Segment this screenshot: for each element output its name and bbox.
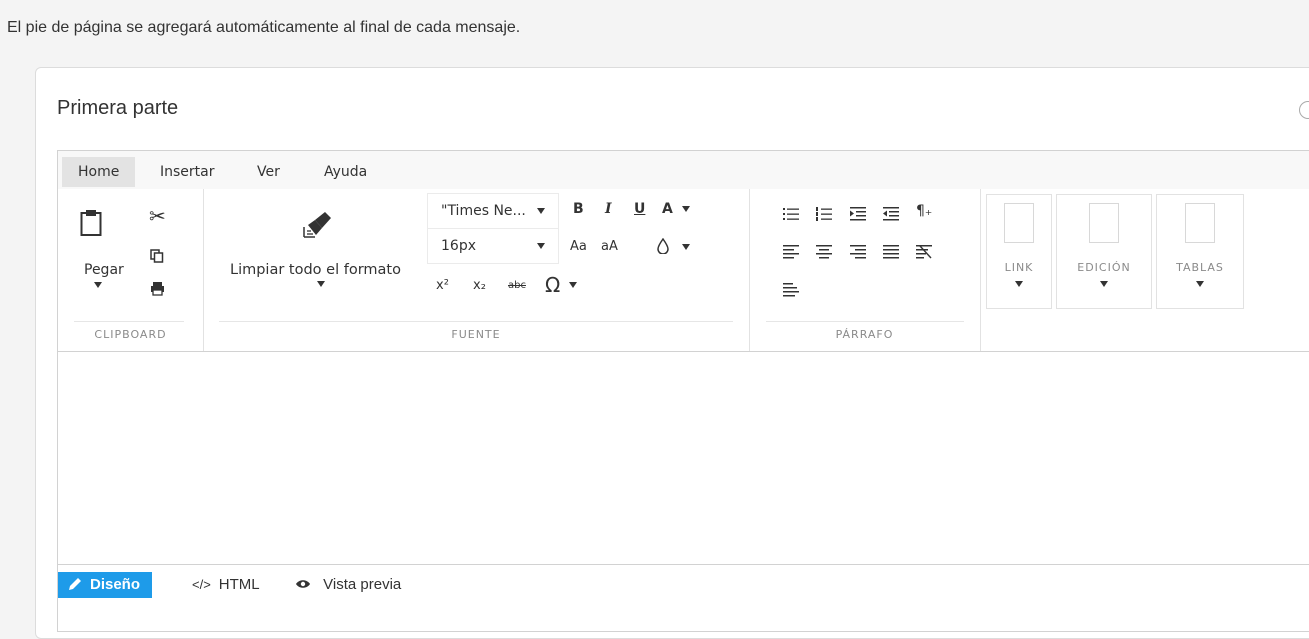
font-size-caret-icon <box>537 243 545 249</box>
underline-button[interactable]: U <box>634 201 645 217</box>
align-left-icon[interactable] <box>783 245 799 259</box>
font-size-select[interactable]: 16px <box>427 228 559 264</box>
font-family-select[interactable]: "Times Ne... <box>427 193 559 229</box>
tablas-caret-icon <box>1196 281 1204 287</box>
link-dropdown-label: LINK <box>1004 261 1034 274</box>
font-color-button[interactable]: A <box>662 201 673 217</box>
editor-tabs: Home Insertar Ver Ayuda <box>58 151 1309 189</box>
eye-icon <box>296 576 314 593</box>
paragraph-group-label: PÁRRAFO <box>835 328 894 341</box>
html-mode-label: HTML <box>218 576 260 593</box>
formatting-marks-icon[interactable]: ¶₊ <box>916 203 932 219</box>
editor-content-area[interactable] <box>58 352 1309 565</box>
edicion-dropdown[interactable]: EDICIÓN <box>1056 194 1152 309</box>
paste-label[interactable]: Pegar <box>84 262 124 278</box>
special-char-caret-icon[interactable] <box>569 282 577 288</box>
paste-icon[interactable] <box>80 209 102 237</box>
tab-home[interactable]: Home <box>62 157 136 187</box>
paragraph-group: ¶₊ PÁRRAFO <box>749 189 981 351</box>
card-title: Primera parte <box>57 97 179 119</box>
edicion-dropdown-label: EDICIÓN <box>1077 261 1131 274</box>
pencil-icon <box>68 572 84 598</box>
link-dropdown[interactable]: LINK <box>986 194 1052 309</box>
copy-icon[interactable] <box>150 249 164 263</box>
preview-mode-button[interactable]: Vista previa <box>296 572 401 598</box>
special-char-button[interactable]: Ω <box>545 273 560 297</box>
clipboard-group: Pegar ✂ CLIPBOARD <box>58 189 204 351</box>
highlight-caret-icon[interactable] <box>682 244 690 250</box>
font-color-caret-icon[interactable] <box>682 206 690 212</box>
design-mode-button[interactable]: Diseño <box>58 572 153 598</box>
paste-caret-icon[interactable] <box>94 282 102 288</box>
uppercase-button[interactable]: Aa <box>570 239 587 254</box>
clear-format-icon[interactable] <box>302 209 332 239</box>
cut-icon[interactable]: ✂ <box>149 204 166 228</box>
ribbon-toolbar: Pegar ✂ CLIPBOARD Limpiar todo el format… <box>58 189 1309 352</box>
link-caret-icon <box>1015 281 1023 287</box>
font-family-caret-icon <box>537 208 545 214</box>
tab-ver[interactable]: Ver <box>241 157 296 187</box>
tab-ayuda[interactable]: Ayuda <box>308 157 383 187</box>
highlight-drop-icon[interactable] <box>657 238 669 254</box>
print-icon[interactable] <box>150 281 165 296</box>
font-group-label: FUENTE <box>451 328 501 341</box>
bold-button[interactable]: B <box>573 201 584 217</box>
font-family-value: "Times Ne... <box>441 203 526 219</box>
subscript-button[interactable]: x₂ <box>473 278 486 293</box>
tablas-dropdown[interactable]: TABLAS <box>1156 194 1244 309</box>
clear-alignment-icon[interactable] <box>916 245 932 259</box>
numbered-list-icon[interactable] <box>816 207 832 221</box>
italic-button[interactable]: I <box>605 201 612 217</box>
font-group: Limpiar todo el formato "Times Ne... 16p… <box>203 189 750 351</box>
clear-format-label[interactable]: Limpiar todo el formato <box>230 262 401 278</box>
clipboard-group-label: CLIPBOARD <box>94 328 167 341</box>
design-mode-label: Diseño <box>90 576 141 593</box>
edicion-caret-icon <box>1100 281 1108 287</box>
footer-description: El pie de página se agregará automáticam… <box>7 19 521 36</box>
align-justify-icon[interactable] <box>883 245 899 259</box>
align-center-icon[interactable] <box>816 245 832 259</box>
preview-mode-label: Vista previa <box>323 576 402 593</box>
tab-insertar[interactable]: Insertar <box>144 157 231 187</box>
code-icon: </> <box>192 577 211 592</box>
bullet-list-icon[interactable] <box>783 207 799 221</box>
font-size-value: 16px <box>441 238 476 254</box>
clear-format-caret-icon[interactable] <box>317 281 325 287</box>
card-info-icon[interactable] <box>1299 101 1309 119</box>
lowercase-button[interactable]: aA <box>601 239 618 254</box>
align-right-icon[interactable] <box>850 245 866 259</box>
rich-text-editor: Home Insertar Ver Ayuda Pegar ✂ CLIPBOAR… <box>57 150 1309 632</box>
indent-icon[interactable] <box>850 207 866 221</box>
strikethrough-button[interactable]: abc <box>508 280 526 291</box>
html-mode-button[interactable]: </> HTML <box>192 572 260 598</box>
tablas-dropdown-label: TABLAS <box>1176 261 1224 274</box>
superscript-button[interactable]: x² <box>436 278 449 293</box>
editor-mode-bar: Diseño </> HTML Vista previa <box>58 565 1309 605</box>
line-height-icon[interactable] <box>783 283 799 297</box>
outdent-icon[interactable] <box>883 207 899 221</box>
